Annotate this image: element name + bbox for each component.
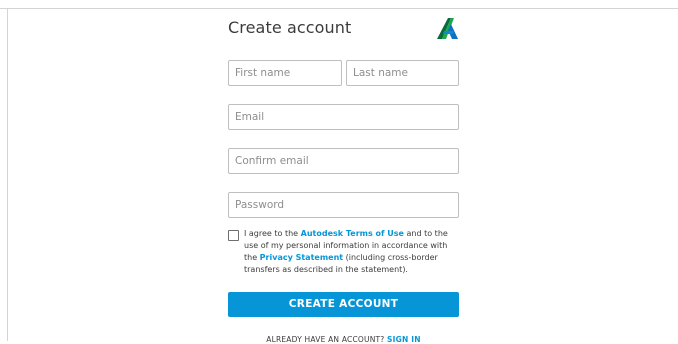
create-account-button[interactable]: CREATE ACCOUNT	[228, 292, 459, 317]
sign-in-link[interactable]: SIGN IN	[387, 335, 421, 344]
confirm-email-input[interactable]	[228, 148, 459, 174]
last-name-input[interactable]	[346, 60, 459, 86]
password-input[interactable]	[228, 192, 459, 218]
page-title: Create account	[228, 18, 352, 37]
page-left-divider	[7, 8, 8, 341]
terms-of-use-link[interactable]: Autodesk Terms of Use	[301, 229, 404, 238]
terms-checkbox[interactable]	[228, 230, 239, 241]
sign-in-prompt: ALREADY HAVE AN ACCOUNT? SIGN IN	[266, 335, 421, 344]
autodesk-logo-icon	[437, 18, 458, 39]
terms-agreement-text: I agree to the Autodesk Terms of Use and…	[244, 229, 448, 274]
create-account-form: Create account I agree to the Autodesk T…	[228, 0, 460, 344]
first-name-input[interactable]	[228, 60, 342, 86]
email-input[interactable]	[228, 104, 459, 130]
privacy-statement-link[interactable]: Privacy Statement	[260, 253, 343, 262]
